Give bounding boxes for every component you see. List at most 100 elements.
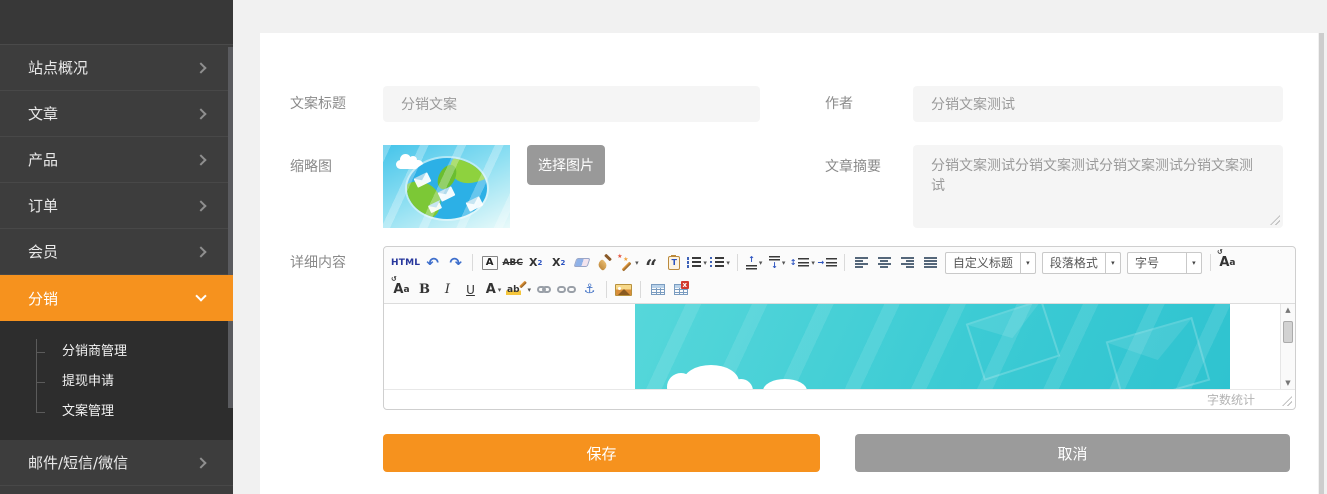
blockquote-icon[interactable]: “	[641, 252, 662, 274]
chevron-right-icon	[195, 246, 206, 257]
envelope-shape	[428, 201, 442, 213]
align-center-icon[interactable]	[874, 252, 895, 274]
letter-case-convert-icon[interactable]: Aa	[1217, 252, 1238, 274]
font-color-icon[interactable]: A▾	[483, 279, 504, 301]
submenu-item-distributor-management[interactable]: 分销商管理	[0, 337, 233, 367]
save-button[interactable]: 保存	[383, 434, 820, 472]
underline-icon[interactable]: U	[460, 279, 481, 301]
editor-scrollbar-thumb[interactable]	[1283, 321, 1293, 343]
main-panel: 文案标题 作者 缩略图 选择图片 文章摘要 分销文案测试分销文案测试分销文案测试…	[260, 33, 1318, 494]
submenu-item-withdrawal-application[interactable]: 提现申请	[0, 367, 233, 397]
insert-image-icon[interactable]	[613, 279, 634, 301]
editor-toolbar-row-1: HTML ↶ ↷ A ABC X2 X2 ▾ “ T ▾ ▾ ↑▾ ↓▾	[390, 249, 1289, 276]
editor-toolbar-row-2: Aa B I U A▾ ab▾ ⚓	[390, 276, 1289, 303]
choose-image-button[interactable]: 选择图片	[527, 145, 605, 185]
sidebar-item-label: 产品	[28, 149, 58, 170]
sidebar-item-label: 分销	[28, 288, 58, 309]
sidebar-item-label: 订单	[28, 195, 58, 216]
title-label: 文案标题	[290, 86, 346, 122]
editor-status-bar: 字数统计	[384, 389, 1295, 409]
paste-word-icon[interactable]: T	[664, 252, 685, 274]
continent-shape	[407, 176, 446, 219]
strikethrough-icon[interactable]: ABC	[502, 252, 523, 274]
highlight-color-icon[interactable]: ab▾	[506, 279, 531, 301]
chevron-right-icon	[195, 108, 206, 119]
letter-case-convert-icon[interactable]: Aa	[391, 279, 412, 301]
chevron-down-icon	[195, 290, 206, 301]
subscript-icon[interactable]: X2	[548, 252, 569, 274]
chevron-right-icon	[195, 457, 206, 468]
dropdown-label: 段落格式	[1043, 253, 1105, 273]
undo-icon[interactable]: ↶	[422, 252, 443, 274]
source-code-button[interactable]: HTML	[391, 252, 420, 274]
scroll-up-icon[interactable]: ▲	[1285, 306, 1290, 314]
content-banner-image	[635, 304, 1230, 389]
envelope-shape	[414, 172, 432, 188]
page-scrollbar[interactable]	[1319, 33, 1324, 494]
sidebar-item-articles[interactable]: 文章	[0, 91, 233, 137]
rich-text-editor: HTML ↶ ↷ A ABC X2 X2 ▾ “ T ▾ ▾ ↑▾ ↓▾	[383, 246, 1296, 410]
dropdown-label: 字号	[1128, 253, 1186, 273]
editor-scrollbar[interactable]: ▲ ▼	[1280, 304, 1295, 389]
ordered-list-icon[interactable]: ▾	[687, 252, 708, 274]
toolbar-separator	[1210, 254, 1211, 271]
indent-icon[interactable]: →	[817, 252, 838, 274]
submenu-item-copy-management[interactable]: 文案管理	[0, 397, 233, 427]
sidebar-item-distribution[interactable]: 分销	[0, 275, 233, 321]
bold-icon[interactable]: B	[414, 279, 435, 301]
redo-icon[interactable]: ↷	[445, 252, 466, 274]
font-size-dropdown[interactable]: 字号 ▾	[1127, 252, 1202, 274]
editor-content-area[interactable]: ▲ ▼	[384, 304, 1295, 389]
cancel-button[interactable]: 取消	[855, 434, 1290, 472]
align-justify-icon[interactable]	[920, 252, 941, 274]
superscript-icon[interactable]: X2	[525, 252, 546, 274]
summary-textarea[interactable]: 分销文案测试分销文案测试分销文案测试分销文案测试	[913, 145, 1283, 228]
sidebar-item-orders[interactable]: 订单	[0, 183, 233, 229]
envelope-outline-shape	[966, 304, 1061, 381]
align-left-icon[interactable]	[851, 252, 872, 274]
dropdown-label: 自定义标题	[946, 253, 1020, 273]
paragraph-spacing-bottom-icon[interactable]: ↓▾	[767, 252, 788, 274]
word-count-label: 字数统计	[1207, 391, 1255, 408]
auto-typeset-icon[interactable]: ▾	[617, 252, 639, 274]
delete-table-icon[interactable]	[670, 279, 691, 301]
paragraph-spacing-top-icon[interactable]: ↑▾	[744, 252, 765, 274]
paragraph-format-dropdown[interactable]: 段落格式 ▾	[1042, 252, 1121, 274]
summary-label: 文章摘要	[825, 149, 881, 185]
insert-link-icon[interactable]	[533, 279, 554, 301]
sidebar-item-site-overview[interactable]: 站点概况	[0, 45, 233, 91]
sidebar-item-products[interactable]: 产品	[0, 137, 233, 183]
sidebar-item-label: 会员	[28, 241, 58, 262]
sidebar-scrollbar-thumb[interactable]	[228, 47, 233, 408]
chevron-down-icon: ▾	[1186, 253, 1201, 273]
insert-table-icon[interactable]	[647, 279, 668, 301]
unlink-icon[interactable]	[556, 279, 577, 301]
editor-resize-handle[interactable]	[1282, 396, 1292, 406]
toolbar-separator	[472, 254, 473, 271]
cloud-shape	[396, 160, 423, 169]
toolbar-separator	[606, 281, 607, 298]
plain-text-icon[interactable]: A	[479, 252, 500, 274]
chevron-down-icon: ▾	[1020, 253, 1035, 273]
sidebar-item-mail-sms-wechat[interactable]: 邮件/短信/微信	[0, 440, 233, 486]
toolbar-separator	[640, 281, 641, 298]
chevron-right-icon	[195, 200, 206, 211]
custom-title-dropdown[interactable]: 自定义标题 ▾	[945, 252, 1036, 274]
line-height-icon[interactable]: ↕▾	[790, 252, 815, 274]
author-input[interactable]	[913, 86, 1283, 122]
sidebar-item-label: 邮件/短信/微信	[28, 452, 128, 473]
continent-shape	[448, 158, 487, 187]
chevron-right-icon	[195, 62, 206, 73]
format-clear-icon[interactable]	[571, 252, 592, 274]
anchor-icon[interactable]: ⚓	[579, 279, 600, 301]
align-right-icon[interactable]	[897, 252, 918, 274]
sidebar-item-members[interactable]: 会员	[0, 229, 233, 275]
envelope-shape	[466, 196, 484, 212]
unordered-list-icon[interactable]: ▾	[710, 252, 731, 274]
toolbar-separator	[844, 254, 845, 271]
thumbnail-label: 缩略图	[290, 149, 332, 185]
format-painter-icon[interactable]	[594, 252, 615, 274]
scroll-down-icon[interactable]: ▼	[1285, 379, 1290, 387]
title-input[interactable]	[383, 86, 760, 122]
italic-icon[interactable]: I	[437, 279, 458, 301]
